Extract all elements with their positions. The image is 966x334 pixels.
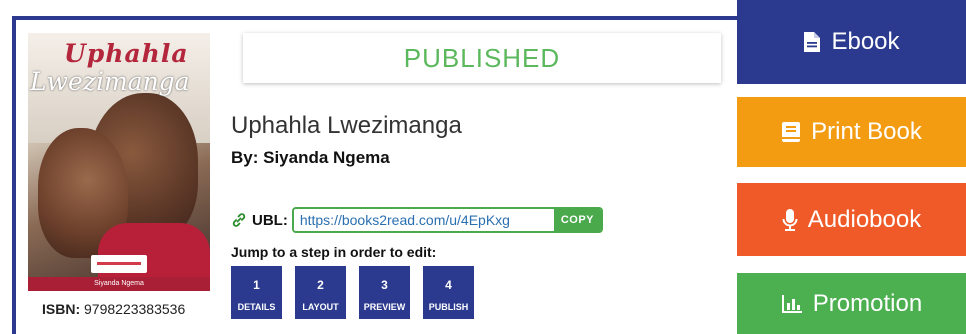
ebook-button[interactable]: Ebook: [737, 0, 966, 84]
sidebar-divider: [737, 167, 966, 183]
step-label: DETAILS: [237, 302, 276, 312]
print-book-label: Print Book: [811, 118, 922, 145]
isbn: ISBN: 9798223383536: [42, 301, 185, 317]
microphone-icon: [782, 208, 798, 231]
step-publish-button[interactable]: 4 PUBLISH: [423, 266, 474, 319]
cover-title-line2: Lwezimanga: [30, 67, 190, 96]
step-number: 3: [381, 278, 388, 292]
jump-instructions: Jump to a step in order to edit:: [231, 244, 437, 260]
link-icon: [231, 212, 247, 228]
audiobook-button[interactable]: Audiobook: [737, 183, 966, 256]
step-label: PUBLISH: [428, 302, 469, 312]
book-icon: [782, 122, 801, 142]
print-book-button[interactable]: Print Book: [737, 97, 966, 167]
step-details-button[interactable]: 1 DETAILS: [231, 266, 282, 319]
step-number: 4: [445, 278, 452, 292]
book-cover-image[interactable]: Uphahla Lwezimanga Siyanda Ngema: [28, 33, 210, 291]
ubl-row: UBL: COPY: [231, 207, 604, 233]
isbn-value: 9798223383536: [84, 301, 186, 317]
promotion-button[interactable]: Promotion: [737, 273, 966, 334]
step-number: 2: [317, 278, 324, 292]
ubl-field: COPY: [291, 207, 604, 233]
status-banner: PUBLISHED: [243, 33, 721, 83]
step-number: 1: [253, 278, 260, 292]
ubl-label: UBL:: [252, 211, 288, 229]
isbn-label: ISBN:: [42, 301, 81, 317]
bar-chart-icon: [781, 294, 802, 313]
cover-title-line1: Uphahla: [64, 39, 189, 68]
step-label: LAYOUT: [302, 302, 339, 312]
book-author: By: Siyanda Ngema: [231, 148, 390, 167]
file-icon: [804, 32, 821, 52]
sidebar-divider: [737, 256, 966, 273]
step-buttons: 1 DETAILS 2 LAYOUT 3 PREVIEW 4 PUBLISH: [231, 266, 474, 319]
step-label: PREVIEW: [363, 302, 406, 312]
ubl-input[interactable]: [293, 209, 554, 231]
format-sidebar: Ebook Print Book Audiobook Promotion: [737, 0, 966, 334]
cover-publisher-logo: [91, 255, 147, 273]
audiobook-label: Audiobook: [807, 205, 922, 233]
step-layout-button[interactable]: 2 LAYOUT: [295, 266, 346, 319]
book-title: Uphahla Lwezimanga: [231, 112, 462, 139]
ebook-label: Ebook: [831, 28, 900, 55]
promotion-label: Promotion: [812, 289, 923, 317]
sidebar-divider: [737, 84, 966, 97]
cover-author: Siyanda Ngema: [28, 277, 210, 291]
copy-button[interactable]: COPY: [553, 209, 602, 231]
step-preview-button[interactable]: 3 PREVIEW: [359, 266, 410, 319]
